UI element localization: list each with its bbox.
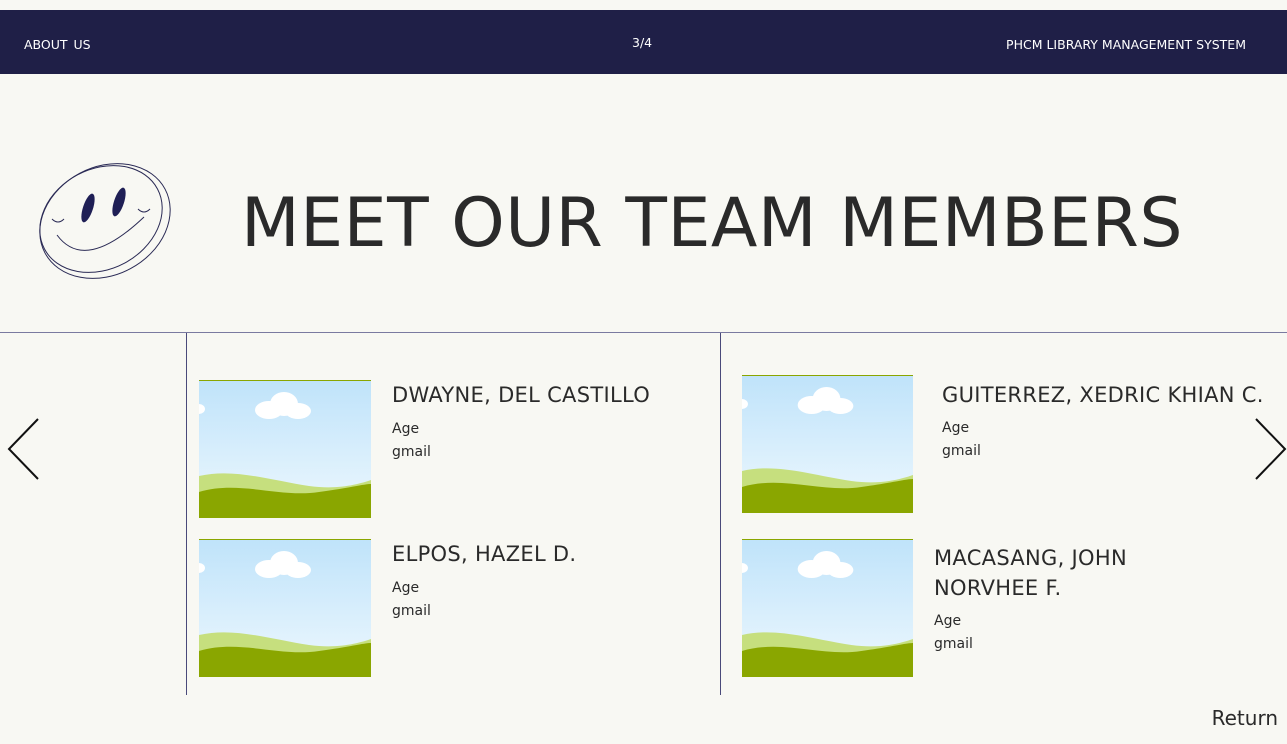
member-age: Age (942, 420, 970, 436)
member-name: DWAYNE, DEL CASTILLO (392, 383, 651, 407)
page-indicator: 3/4 (632, 35, 653, 50)
smiley-face-icon (39, 163, 171, 279)
member-name-line1: MACASANG, JOHN (934, 546, 1127, 570)
member-email: gmail (934, 636, 973, 652)
member-name: ELPOS, HAZEL D. (392, 542, 577, 566)
divider-horizontal (0, 332, 1287, 333)
member-name: GUITERREZ, XEDRIC KHIAN C. (942, 383, 1264, 407)
divider-vertical-left (186, 333, 187, 695)
member-age: Age (392, 580, 420, 596)
member-photo-placeholder (199, 539, 371, 677)
member-email: gmail (392, 444, 431, 460)
chevron-right-icon[interactable] (1254, 418, 1287, 480)
system-name: PHCM LIBRARY MANAGEMENT SYSTEM (1006, 37, 1246, 52)
section-label: ABOUT US (24, 37, 91, 52)
member-email: gmail (392, 603, 431, 619)
member-photo-placeholder (742, 375, 913, 513)
return-button[interactable]: Return (1212, 706, 1278, 730)
top-bar: ABOUT US 3/4 PHCM LIBRARY MANAGEMENT SYS… (0, 10, 1287, 74)
member-name-line2: NORVHEE F. (934, 576, 1062, 600)
member-age: Age (934, 613, 962, 629)
chevron-left-icon[interactable] (6, 418, 40, 480)
member-photo-placeholder (742, 539, 913, 677)
member-email: gmail (942, 443, 981, 459)
page-title: MEET OUR TEAM MEMBERS (241, 184, 1184, 263)
member-age: Age (392, 421, 420, 437)
member-photo-placeholder (199, 380, 371, 518)
divider-vertical-right (720, 333, 721, 695)
